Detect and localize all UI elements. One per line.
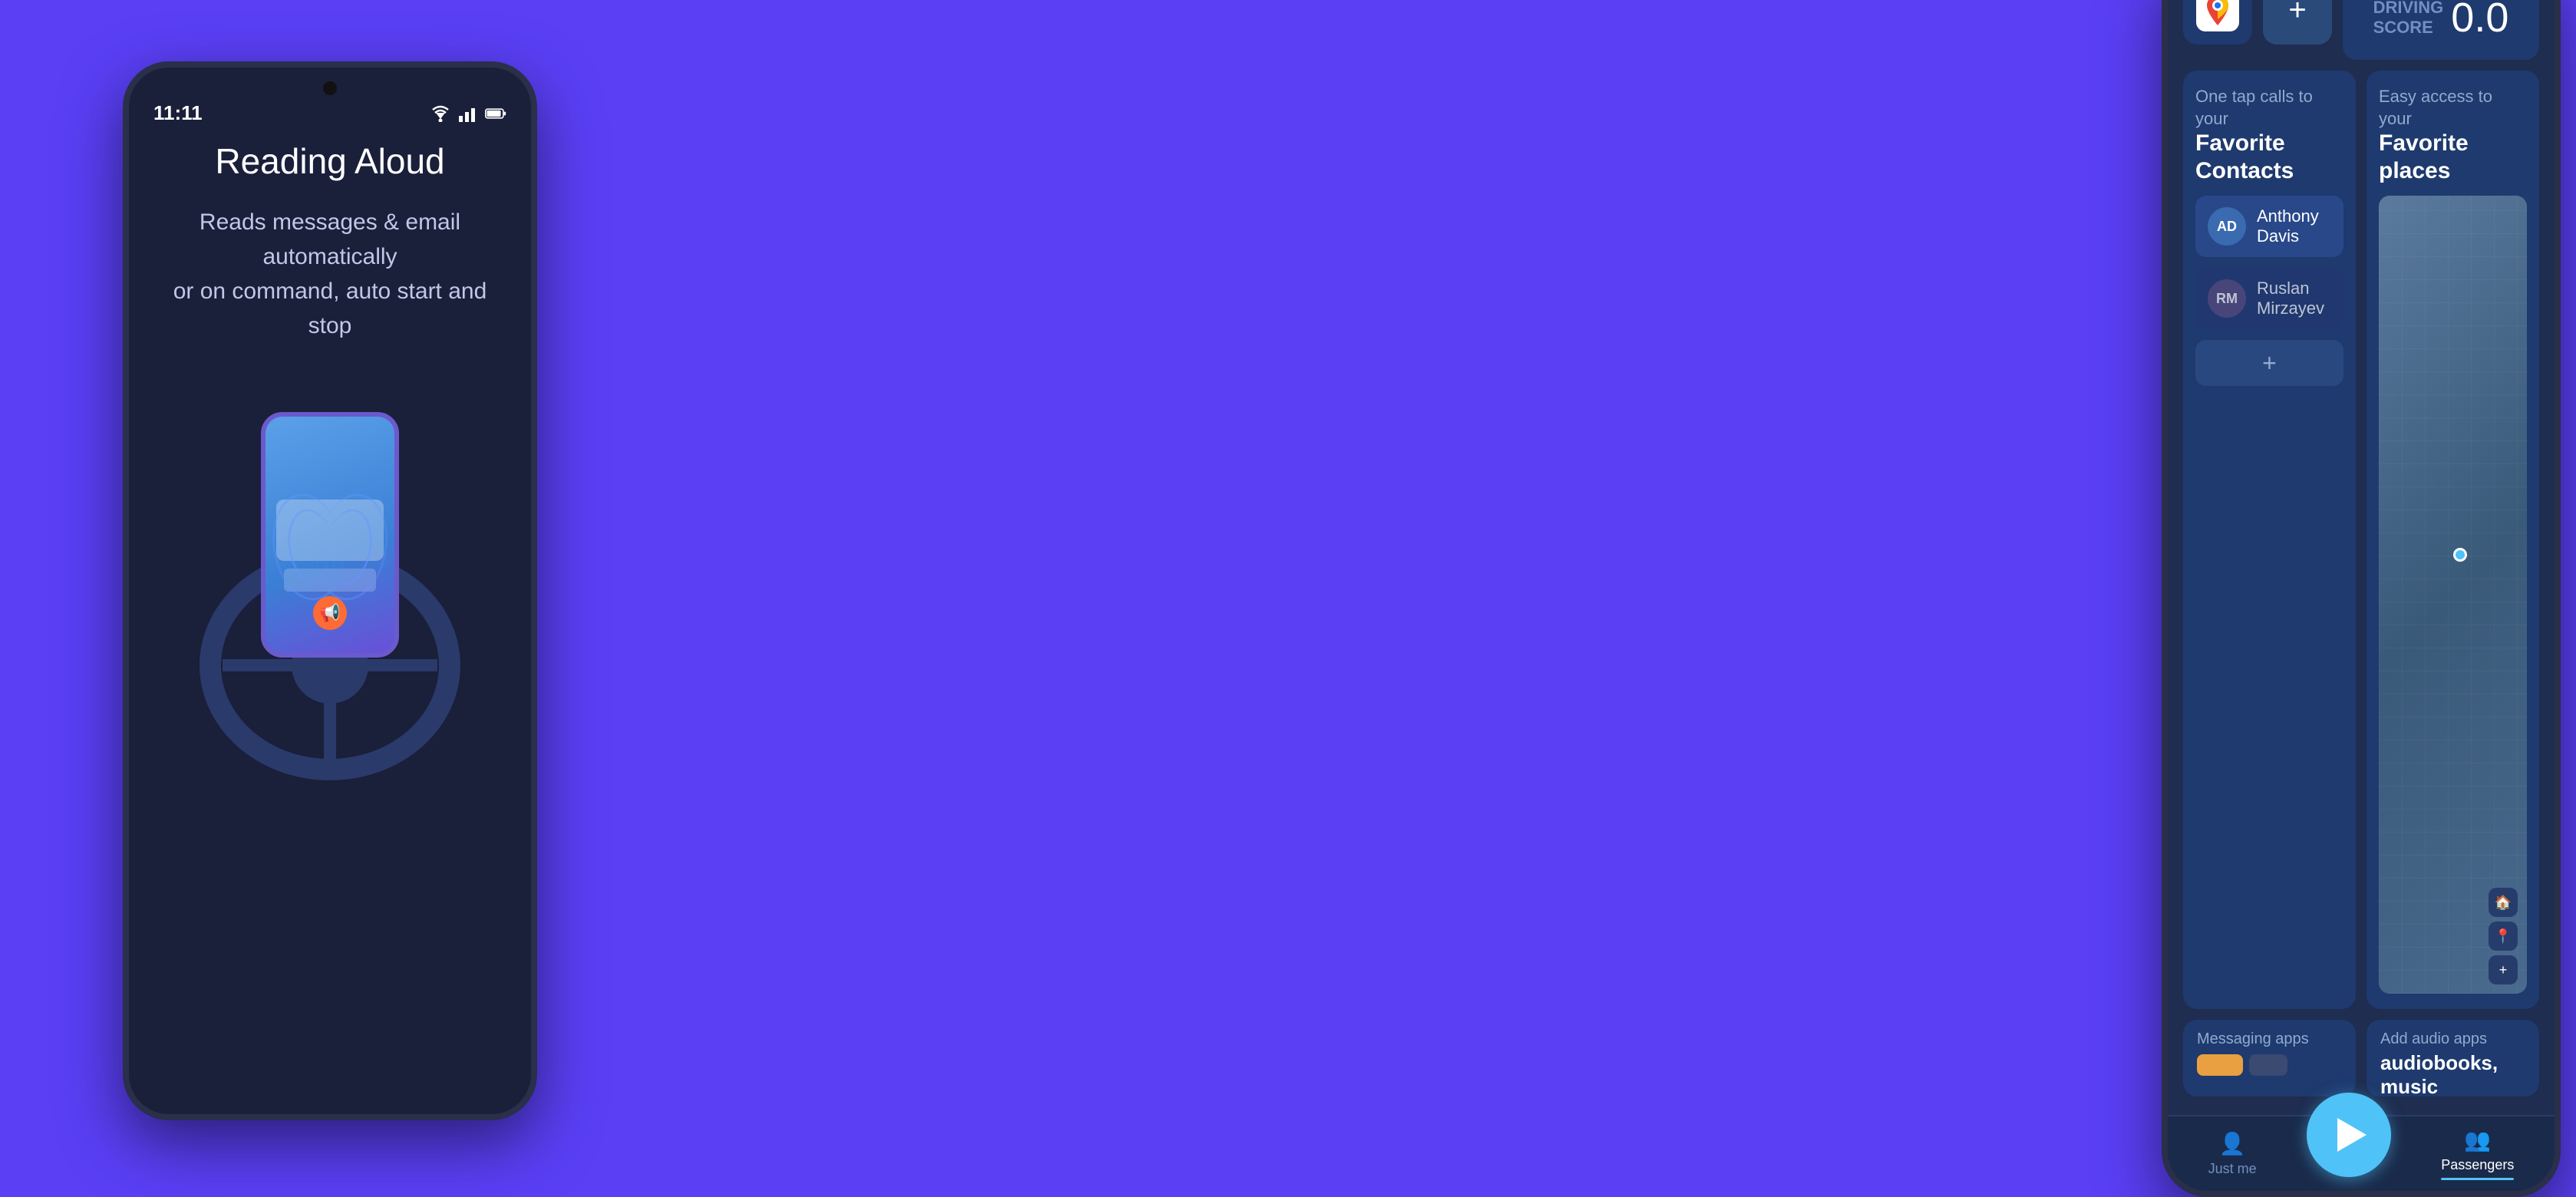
messaging-app-icons	[2197, 1054, 2342, 1076]
audio-apps-card: Add audio apps audiobooks, musicand...	[2367, 1020, 2539, 1096]
just-me-label: Just me	[2208, 1161, 2257, 1177]
play-icon	[2337, 1118, 2367, 1152]
contact-item-ruslan[interactable]: RM Ruslan Mirzayev	[2195, 268, 2343, 329]
contact-avatar-rm: RM	[2208, 279, 2246, 318]
messaging-app-icon-1	[2197, 1054, 2243, 1076]
nav-passengers[interactable]: 👥 Passengers	[2441, 1127, 2514, 1180]
contact-avatar-ad: AD	[2208, 207, 2246, 246]
messaging-app-icon-2	[2249, 1054, 2287, 1076]
active-nav-indicator	[2441, 1178, 2514, 1180]
places-subtitle: Easy access to your	[2379, 86, 2527, 130]
signal-icon	[457, 105, 479, 122]
play-button[interactable]	[2307, 1093, 2391, 1177]
wifi-icon	[430, 105, 451, 122]
passengers-icon: 👥	[2464, 1127, 2491, 1152]
passengers-label: Passengers	[2441, 1157, 2514, 1173]
screen-content: Reading Aloud Reads messages & email aut…	[129, 140, 531, 1114]
favorite-places-panel: Easy access to your Favorite places 🏠 📍 …	[2367, 71, 2539, 1009]
camera-notch	[323, 81, 337, 95]
places-title: Favorite places	[2379, 130, 2527, 185]
screen-desc: Reads messages & email automaticallyor o…	[160, 205, 500, 343]
add-contact-button[interactable]: +	[2195, 340, 2343, 386]
contacts-subtitle: One tap calls to your	[2195, 86, 2343, 130]
driving-score-card: DRIVINGSCORE 0.0	[2343, 0, 2539, 60]
contact-item-anthony[interactable]: AD Anthony Davis	[2195, 196, 2343, 257]
screen-title: Reading Aloud	[215, 140, 444, 182]
speaker-icon: 📢	[313, 596, 347, 630]
contact-name-anthony: Anthony Davis	[2257, 206, 2331, 246]
right-phone: + DRIVINGSCORE 0.0 One tap calls to your…	[2162, 0, 2561, 1197]
just-me-icon: 👤	[2219, 1131, 2246, 1156]
contacts-title: FavoriteContacts	[2195, 130, 2343, 185]
map-location-dot	[2453, 548, 2467, 562]
inner-phone-graphic: 📢	[261, 412, 399, 658]
bottom-content-row: Messaging apps Add audio apps audiobooks…	[2183, 1020, 2539, 1104]
middle-row: One tap calls to your FavoriteContacts A…	[2183, 71, 2539, 1009]
map-controls: 🏠 📍 +	[2489, 888, 2518, 984]
map-pin-button[interactable]: 📍	[2489, 922, 2518, 951]
map-background	[2379, 196, 2527, 994]
nav-just-me[interactable]: 👤 Just me	[2208, 1131, 2257, 1177]
status-bar: 11:11	[129, 101, 531, 125]
maps-icon	[2196, 0, 2239, 31]
left-phone: 11:11 Reading Aloud Re	[123, 61, 537, 1120]
driving-score-label: DRIVINGSCORE	[2373, 0, 2444, 38]
add-contact-icon: +	[2262, 349, 2277, 378]
map-add-place-button[interactable]: +	[2489, 955, 2518, 984]
plus-icon: +	[2288, 0, 2306, 28]
top-row: + DRIVINGSCORE 0.0	[2183, 0, 2539, 60]
reading-aloud-illustration: 📢	[184, 397, 476, 780]
map-preview[interactable]: 🏠 📍 +	[2379, 196, 2527, 994]
audio-description: audiobooks, musicand...	[2380, 1051, 2525, 1096]
right-screen-area: + DRIVINGSCORE 0.0 One tap calls to your…	[2168, 0, 2555, 1191]
favorite-contacts-panel: One tap calls to your FavoriteContacts A…	[2183, 71, 2356, 1009]
messaging-apps-card: Messaging apps	[2183, 1020, 2356, 1096]
messaging-label: Messaging apps	[2197, 1030, 2342, 1048]
status-icons	[430, 105, 506, 122]
driving-score-value: 0.0	[2451, 0, 2508, 41]
contact-name-ruslan: Ruslan Mirzayev	[2257, 279, 2331, 318]
map-home-button[interactable]: 🏠	[2489, 888, 2518, 917]
bottom-navigation: 👤 Just me 👥 Passengers	[2168, 1115, 2555, 1191]
audio-label: Add audio apps	[2380, 1030, 2525, 1048]
battery-icon	[485, 105, 506, 122]
add-app-button[interactable]: +	[2263, 0, 2332, 45]
time-display: 11:11	[153, 101, 203, 125]
maps-button[interactable]	[2183, 0, 2252, 45]
